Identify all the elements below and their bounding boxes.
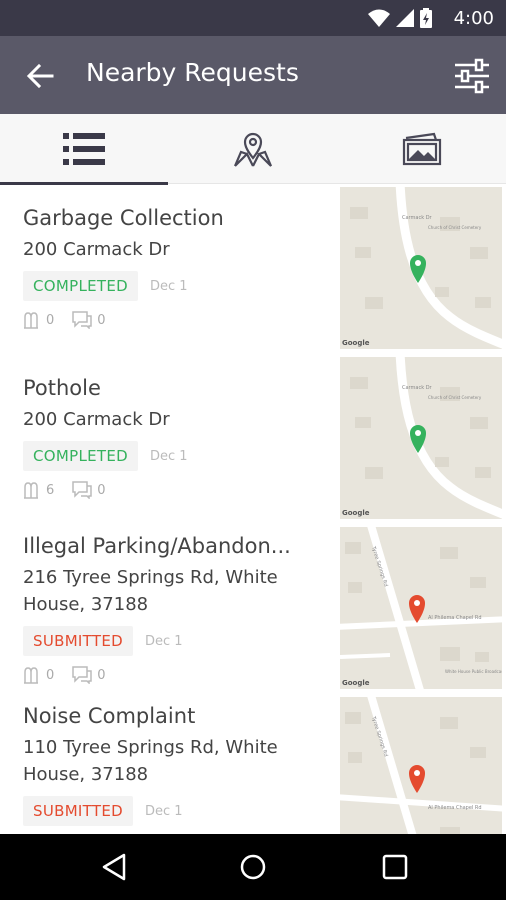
request-address: 200 Carmack Dr [23, 239, 170, 260]
app-bar: Nearby Requests [0, 36, 506, 114]
support-count: 0 [23, 311, 54, 329]
comment-icon [72, 481, 93, 499]
nav-recents-icon[interactable] [380, 852, 410, 882]
request-meta: SUBMITTED Dec 1 [23, 796, 323, 826]
map-attribution-logo: Google [342, 509, 370, 517]
request-title: Illegal Parking/Abandon... [23, 534, 291, 558]
request-meta: SUBMITTED Dec 1 [23, 626, 323, 656]
support-count: 6 [23, 481, 54, 499]
nav-back-icon[interactable] [100, 852, 130, 882]
requests-list: Garbage Collection 200 Carmack Dr COMPLE… [0, 184, 506, 834]
map-graphic: Tyree Springs Rd Al Philema Chapel Rd Wh… [340, 527, 502, 689]
comment-count: 0 [72, 481, 106, 499]
status-badge: SUBMITTED [23, 626, 133, 656]
request-date: Dec 1 [144, 803, 183, 819]
svg-text:Church of Christ Cemetery: Church of Christ Cemetery [428, 225, 482, 230]
svg-text:Al Philema Chapel Rd: Al Philema Chapel Rd [428, 615, 482, 621]
request-meta: COMPLETED Dec 1 [23, 271, 323, 301]
signal-icon [396, 9, 414, 27]
status-badge: COMPLETED [23, 441, 138, 471]
comment-count: 0 [72, 311, 106, 329]
map-attribution-logo: Google [342, 339, 370, 347]
list-item[interactable]: Noise Complaint 110 Tyree Springs Rd, Wh… [0, 694, 506, 834]
list-item[interactable]: Illegal Parking/Abandon... 216 Tyree Spr… [0, 524, 506, 694]
request-info: Pothole 200 Carmack Dr COMPLETED Dec 1 6… [23, 374, 323, 499]
page-title: Nearby Requests [86, 58, 299, 87]
map-pin-icon [233, 132, 273, 167]
svg-text:Al Philema Chapel Rd: Al Philema Chapel Rd [428, 805, 482, 811]
request-counts: 0 0 [23, 666, 323, 684]
support-icon [24, 482, 38, 499]
view-tabs [0, 114, 506, 185]
comment-count: 0 [72, 666, 106, 684]
support-icon [24, 667, 38, 684]
tab-gallery[interactable] [338, 114, 506, 184]
nav-home-icon[interactable] [238, 852, 268, 882]
request-title: Garbage Collection [23, 206, 224, 230]
system-nav-bar [0, 834, 506, 900]
status-badge: SUBMITTED [23, 796, 133, 826]
list-item[interactable]: Garbage Collection 200 Carmack Dr COMPLE… [0, 184, 506, 354]
request-counts: 0 0 [23, 311, 323, 329]
list-icon [63, 133, 105, 165]
map-graphic: Carmack Dr Church of Christ Cemetery [340, 187, 502, 349]
wifi-icon [368, 9, 390, 27]
request-title: Noise Complaint [23, 704, 196, 728]
request-meta: COMPLETED Dec 1 [23, 441, 323, 471]
status-badge: COMPLETED [23, 271, 138, 301]
status-bar: 4:00 [0, 0, 506, 36]
request-map-thumbnail[interactable]: Tyree Springs Rd Al Philema Chapel Rd [340, 697, 502, 834]
request-date: Dec 1 [150, 448, 188, 464]
clock: 4:00 [453, 8, 494, 29]
request-address: 110 Tyree Springs Rd, White House, 37188 [23, 737, 278, 785]
support-count: 0 [23, 666, 54, 684]
map-graphic: Carmack Dr Church of Christ Cemetery [340, 357, 502, 519]
support-icon [24, 312, 38, 329]
request-info: Garbage Collection 200 Carmack Dr COMPLE… [23, 204, 323, 329]
svg-text:Carmack Dr: Carmack Dr [402, 385, 433, 391]
filter-sliders-icon[interactable] [454, 58, 490, 94]
request-map-thumbnail[interactable]: Carmack Dr Church of Christ Cemetery Goo… [340, 187, 502, 349]
comment-icon [72, 311, 93, 329]
status-icons [368, 8, 432, 28]
request-title: Pothole [23, 376, 101, 400]
tab-map[interactable] [169, 114, 337, 184]
request-date: Dec 1 [144, 633, 183, 649]
battery-icon [420, 8, 432, 28]
request-info: Noise Complaint 110 Tyree Springs Rd, Wh… [23, 702, 323, 826]
request-map-thumbnail[interactable]: Tyree Springs Rd Al Philema Chapel Rd Wh… [340, 527, 502, 689]
map-attribution-logo: Google [342, 679, 370, 687]
request-info: Illegal Parking/Abandon... 216 Tyree Spr… [23, 532, 323, 684]
list-item[interactable]: Pothole 200 Carmack Dr COMPLETED Dec 1 6… [0, 354, 506, 524]
svg-text:Church of Christ Cemetery: Church of Christ Cemetery [428, 395, 482, 400]
comment-icon [72, 666, 93, 684]
back-arrow-icon[interactable] [26, 62, 54, 90]
request-address: 200 Carmack Dr [23, 409, 170, 430]
request-counts: 6 0 [23, 481, 323, 499]
svg-text:Carmack Dr: Carmack Dr [402, 215, 433, 221]
request-map-thumbnail[interactable]: Carmack Dr Church of Christ Cemetery Goo… [340, 357, 502, 519]
request-date: Dec 1 [150, 278, 188, 294]
request-address: 216 Tyree Springs Rd, White House, 37188 [23, 567, 278, 615]
map-graphic: Tyree Springs Rd Al Philema Chapel Rd [340, 697, 502, 834]
svg-text:White House Public Broadcast: White House Public Broadcast [445, 669, 502, 674]
tab-list[interactable] [0, 114, 168, 185]
photos-icon [402, 132, 442, 166]
